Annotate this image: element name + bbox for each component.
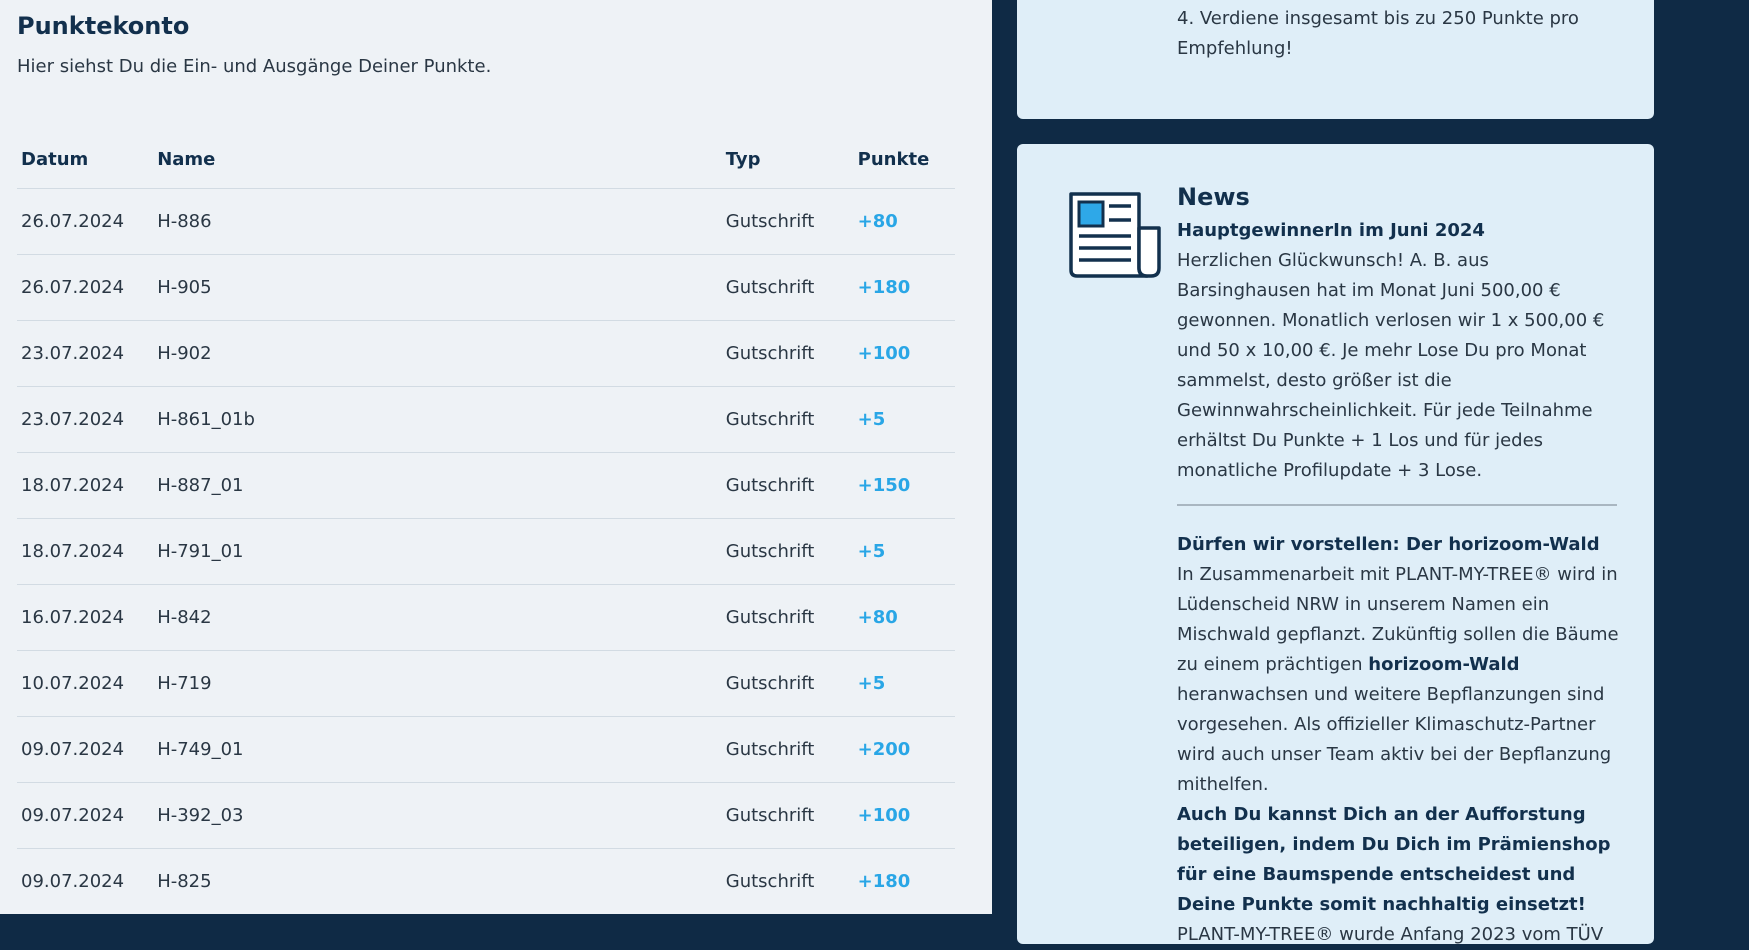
- cell-points: +80: [853, 584, 955, 651]
- cell-name: H-887_01: [153, 452, 722, 519]
- cell-date: 10.07.2024: [17, 650, 154, 717]
- table-row: 26.07.2024 H-886 Gutschrift +80: [17, 188, 955, 255]
- referral-card: 4. Verdiene insgesamt bis zu 250 Punkte …: [1017, 0, 1654, 119]
- cell-type: Gutschrift: [721, 848, 854, 914]
- cell-points: +80: [853, 188, 955, 255]
- page-subtitle: Hier siehst Du die Ein- und Ausgänge Dei…: [17, 56, 492, 77]
- news-card: News HauptgewinnerIn im Juni 2024 Herzli…: [1017, 144, 1654, 945]
- cell-date: 26.07.2024: [17, 188, 154, 255]
- table-row: 16.07.2024 H-842 Gutschrift +80: [17, 584, 955, 651]
- cell-type: Gutschrift: [721, 188, 854, 255]
- table-row: 09.07.2024 H-825 Gutschrift +180: [17, 848, 955, 914]
- cell-name: H-905: [153, 254, 722, 321]
- cell-points: +100: [853, 782, 955, 849]
- news-item-title: HauptgewinnerIn im Juni 2024: [1177, 220, 1485, 241]
- news-call-to-action: Auch Du kannst Dich an der Aufforstung b…: [1177, 804, 1611, 915]
- table-row: 09.07.2024 H-392_03 Gutschrift +100: [17, 782, 955, 849]
- cell-date: 16.07.2024: [17, 584, 154, 651]
- cell-name: H-791_01: [153, 518, 722, 585]
- cell-date: 26.07.2024: [17, 254, 154, 321]
- news-item-text: Herzlichen Glückwunsch! A. B. aus Barsin…: [1177, 250, 1605, 481]
- cell-date: 09.07.2024: [17, 716, 154, 783]
- cell-date: 09.07.2024: [17, 782, 154, 849]
- news-body: News HauptgewinnerIn im Juni 2024 Herzli…: [1177, 180, 1621, 950]
- cell-points: +5: [853, 650, 955, 717]
- cell-name: H-861_01b: [153, 386, 722, 453]
- cell-type: Gutschrift: [721, 518, 854, 585]
- cell-points: +150: [853, 452, 955, 519]
- page-title: Punktekonto: [17, 12, 190, 40]
- cell-type: Gutschrift: [721, 716, 854, 783]
- cell-type: Gutschrift: [721, 320, 854, 387]
- cell-name: H-842: [153, 584, 722, 651]
- table-row: 23.07.2024 H-861_01b Gutschrift +5: [17, 386, 955, 453]
- cell-type: Gutschrift: [721, 452, 854, 519]
- column-header-points[interactable]: Punkte: [853, 130, 955, 189]
- cell-name: H-392_03: [153, 782, 722, 849]
- cell-type: Gutschrift: [721, 782, 854, 849]
- news-item-text-continued: PLANT-MY-TREE® wurde Anfang 2023 vom TÜV: [1177, 924, 1604, 945]
- cell-date: 23.07.2024: [17, 386, 154, 453]
- cell-points: +180: [853, 254, 955, 321]
- table-row: 09.07.2024 H-749_01 Gutschrift +200: [17, 716, 955, 783]
- news-text-part: heranwachsen und weitere Bepflanzungen s…: [1177, 684, 1612, 795]
- column-header-date[interactable]: Datum: [17, 130, 154, 189]
- cell-type: Gutschrift: [721, 254, 854, 321]
- cell-name: H-749_01: [153, 716, 722, 783]
- cell-name: H-719: [153, 650, 722, 717]
- table-row: 18.07.2024 H-791_01 Gutschrift +5: [17, 518, 955, 585]
- referral-step-4: 4. Verdiene insgesamt bis zu 250 Punkte …: [1177, 8, 1579, 59]
- table-row: 26.07.2024 H-905 Gutschrift +180: [17, 254, 955, 321]
- cell-date: 23.07.2024: [17, 320, 154, 387]
- cell-type: Gutschrift: [721, 386, 854, 453]
- table-header-row: Datum Name Typ Punkte: [17, 130, 955, 189]
- cell-type: Gutschrift: [721, 650, 854, 717]
- cell-points: +200: [853, 716, 955, 783]
- newspaper-icon: [1067, 190, 1165, 280]
- news-item-title: Dürfen wir vorstellen: Der horizoom-Wald: [1177, 534, 1600, 555]
- news-divider: [1177, 504, 1617, 506]
- table-row: 10.07.2024 H-719 Gutschrift +5: [17, 650, 955, 717]
- cell-name: H-886: [153, 188, 722, 255]
- cell-points: +180: [853, 848, 955, 914]
- cell-name: H-902: [153, 320, 722, 387]
- news-title: News: [1177, 183, 1250, 211]
- cell-points: +5: [853, 386, 955, 453]
- table-row: 23.07.2024 H-902 Gutschrift +100: [17, 320, 955, 387]
- main-content: Punktekonto Hier siehst Du die Ein- und …: [0, 0, 992, 914]
- cell-name: H-825: [153, 848, 722, 914]
- news-item-text: In Zusammenarbeit mit PLANT-MY-TREE® wir…: [1177, 560, 1621, 800]
- cell-date: 18.07.2024: [17, 518, 154, 585]
- cell-points: +100: [853, 320, 955, 387]
- table-row: 18.07.2024 H-887_01 Gutschrift +150: [17, 452, 955, 519]
- column-header-type[interactable]: Typ: [721, 130, 854, 189]
- cell-date: 09.07.2024: [17, 848, 154, 914]
- cell-date: 18.07.2024: [17, 452, 154, 519]
- column-header-name[interactable]: Name: [153, 130, 722, 189]
- points-table: Datum Name Typ Punkte 26.07.2024 H-886 Gut…: [17, 130, 955, 914]
- cell-type: Gutschrift: [721, 584, 854, 651]
- cell-points: +5: [853, 518, 955, 585]
- news-text-highlight: horizoom-Wald: [1368, 654, 1520, 675]
